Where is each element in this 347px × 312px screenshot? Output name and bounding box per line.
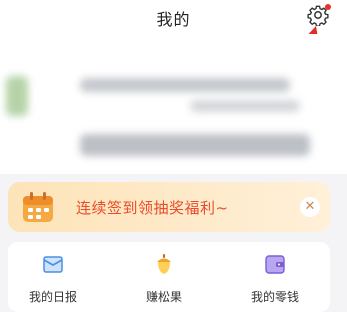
shortcut-label: 我的零钱 (250, 290, 299, 304)
avatar (6, 76, 28, 116)
acorn-icon (157, 254, 171, 274)
notification-dot (325, 4, 331, 10)
shortcut-earn-acorns[interactable]: 赚松果 (119, 252, 209, 312)
close-icon[interactable]: ✕ (300, 197, 320, 217)
shortcut-my-change[interactable]: 我的零钱 (230, 252, 320, 312)
profile-card-blurred[interactable] (0, 34, 347, 174)
shortcut-label: 赚松果 (145, 290, 182, 304)
wallet-icon (265, 255, 285, 274)
shortcut-my-daily-report[interactable]: 我的日报 (8, 252, 98, 312)
checkin-banner[interactable]: 连续签到领抽奖福利~ ✕ (8, 182, 330, 232)
envelope-icon (43, 256, 63, 273)
banner-text: 连续签到领抽奖福利~ (76, 199, 229, 217)
shortcuts-panel: 我的日报 赚松果 我的零钱 (8, 242, 330, 312)
calendar-icon (23, 192, 53, 222)
shortcut-label: 我的日报 (28, 290, 77, 304)
